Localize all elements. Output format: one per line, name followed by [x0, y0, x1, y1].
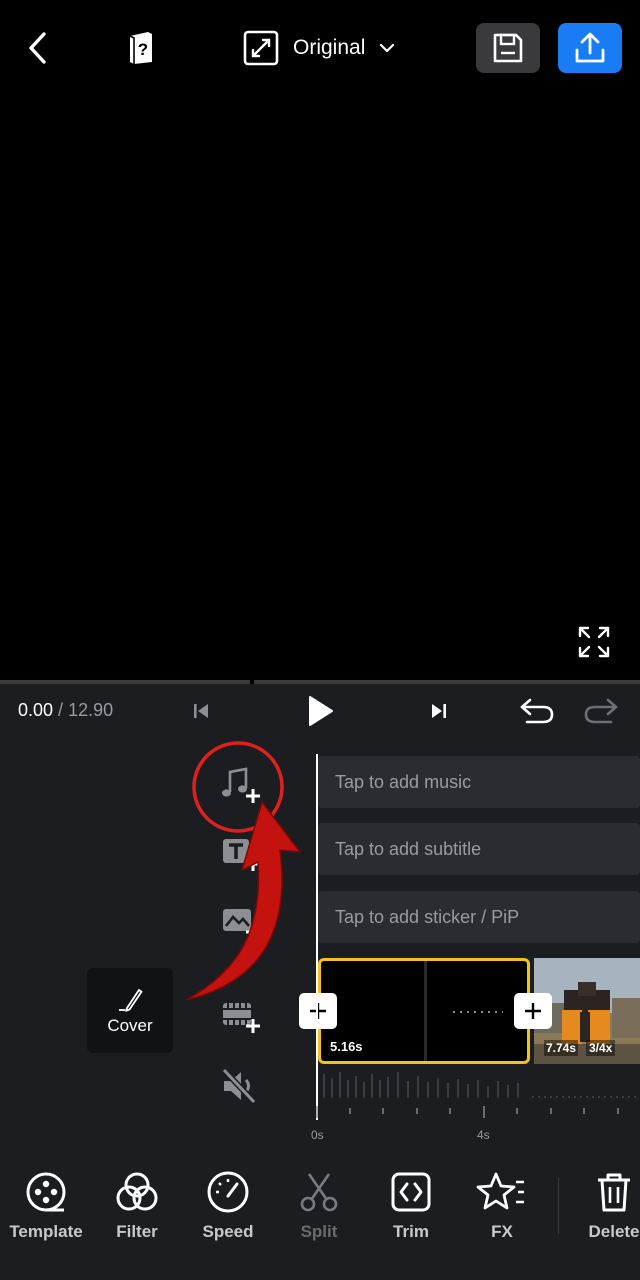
time-separator: / — [53, 700, 69, 720]
export-icon — [575, 32, 605, 63]
music-track-label: Tap to add music — [335, 771, 472, 792]
tool-trim[interactable]: Trim — [365, 1170, 457, 1242]
time-ruler — [316, 1106, 619, 1118]
tool-label: Trim — [393, 1222, 429, 1241]
tool-template[interactable]: Template — [0, 1170, 92, 1242]
svg-text:?: ? — [138, 40, 148, 59]
tutorial-annotation — [185, 741, 302, 1001]
help-book-icon: ? — [129, 32, 152, 64]
tool-split[interactable]: Split — [273, 1170, 365, 1242]
star-icon — [476, 1172, 524, 1210]
mute-icon — [221, 1067, 257, 1105]
save-icon — [493, 33, 523, 63]
back-button[interactable] — [18, 28, 58, 68]
time-display: 0.00 / 12.90 — [18, 700, 113, 721]
help-button[interactable]: ? — [122, 28, 160, 68]
aspect-ratio-label: Original — [293, 36, 366, 59]
clip-speed: 3/4x — [586, 1040, 616, 1056]
play-icon — [309, 696, 333, 726]
export-button[interactable] — [558, 23, 622, 73]
ruler-tick-label: 0s — [311, 1128, 324, 1142]
tool-fx[interactable]: FX — [456, 1170, 548, 1242]
tool-delete[interactable]: Delete — [568, 1170, 640, 1242]
back-icon — [29, 32, 46, 64]
plus-icon — [525, 1003, 541, 1019]
trim-icon — [391, 1172, 431, 1212]
scissors-icon — [300, 1173, 338, 1212]
tool-label: Delete — [588, 1222, 640, 1241]
save-draft-button[interactable] — [476, 23, 540, 73]
tool-speed[interactable]: Speed — [182, 1170, 274, 1242]
redo-button[interactable] — [580, 694, 622, 728]
trash-icon — [598, 1173, 630, 1212]
undo-icon — [520, 698, 554, 724]
skip-to-start-button[interactable] — [186, 696, 216, 726]
sticker-track-label: Tap to add sticker / PiP — [335, 906, 520, 927]
template-icon — [26, 1172, 66, 1212]
skip-end-icon — [432, 704, 446, 718]
current-time: 0.00 — [18, 700, 54, 720]
tool-label: Filter — [116, 1222, 158, 1241]
clip-duration: 7.74s — [544, 1040, 579, 1056]
subtitle-track[interactable]: Tap to add subtitle — [318, 823, 640, 875]
music-track[interactable]: Tap to add music — [318, 756, 640, 808]
skip-start-icon — [194, 704, 208, 718]
tool-filter[interactable]: Filter — [91, 1170, 183, 1242]
tool-label: Template — [9, 1222, 83, 1241]
clip-frame-divider — [424, 961, 427, 1061]
sticker-track[interactable]: Tap to add sticker / PiP — [318, 891, 640, 943]
ruler-tick-label: 4s — [477, 1128, 490, 1142]
clip-duration: 5.16s — [330, 1039, 363, 1054]
aspect-ratio-selector[interactable]: Original — [243, 29, 395, 67]
undo-button[interactable] — [516, 694, 558, 728]
speedometer-icon — [207, 1171, 249, 1213]
add-transition-right-button[interactable] — [514, 993, 552, 1029]
tool-label: Speed — [202, 1222, 254, 1241]
fullscreen-icon — [578, 626, 610, 658]
video-preview[interactable] — [0, 100, 640, 680]
total-time: 12.90 — [68, 700, 114, 720]
audio-waveform — [323, 1072, 640, 1098]
mute-button[interactable] — [214, 1064, 264, 1108]
fullscreen-button[interactable] — [574, 622, 614, 662]
play-button[interactable] — [300, 690, 340, 732]
tool-label: FX — [491, 1222, 513, 1241]
redo-icon — [584, 698, 618, 724]
skip-to-end-button[interactable] — [424, 696, 454, 726]
chevron-down-icon — [380, 43, 395, 53]
aspect-ratio-icon — [243, 30, 279, 66]
filter-icon — [116, 1172, 158, 1211]
tool-label: Split — [300, 1222, 338, 1241]
video-clip-selected[interactable]: 5.16s — [318, 958, 530, 1064]
toolbar-divider — [558, 1178, 559, 1234]
subtitle-track-label: Tap to add subtitle — [335, 838, 482, 859]
clip-noise-dots — [453, 1011, 503, 1013]
